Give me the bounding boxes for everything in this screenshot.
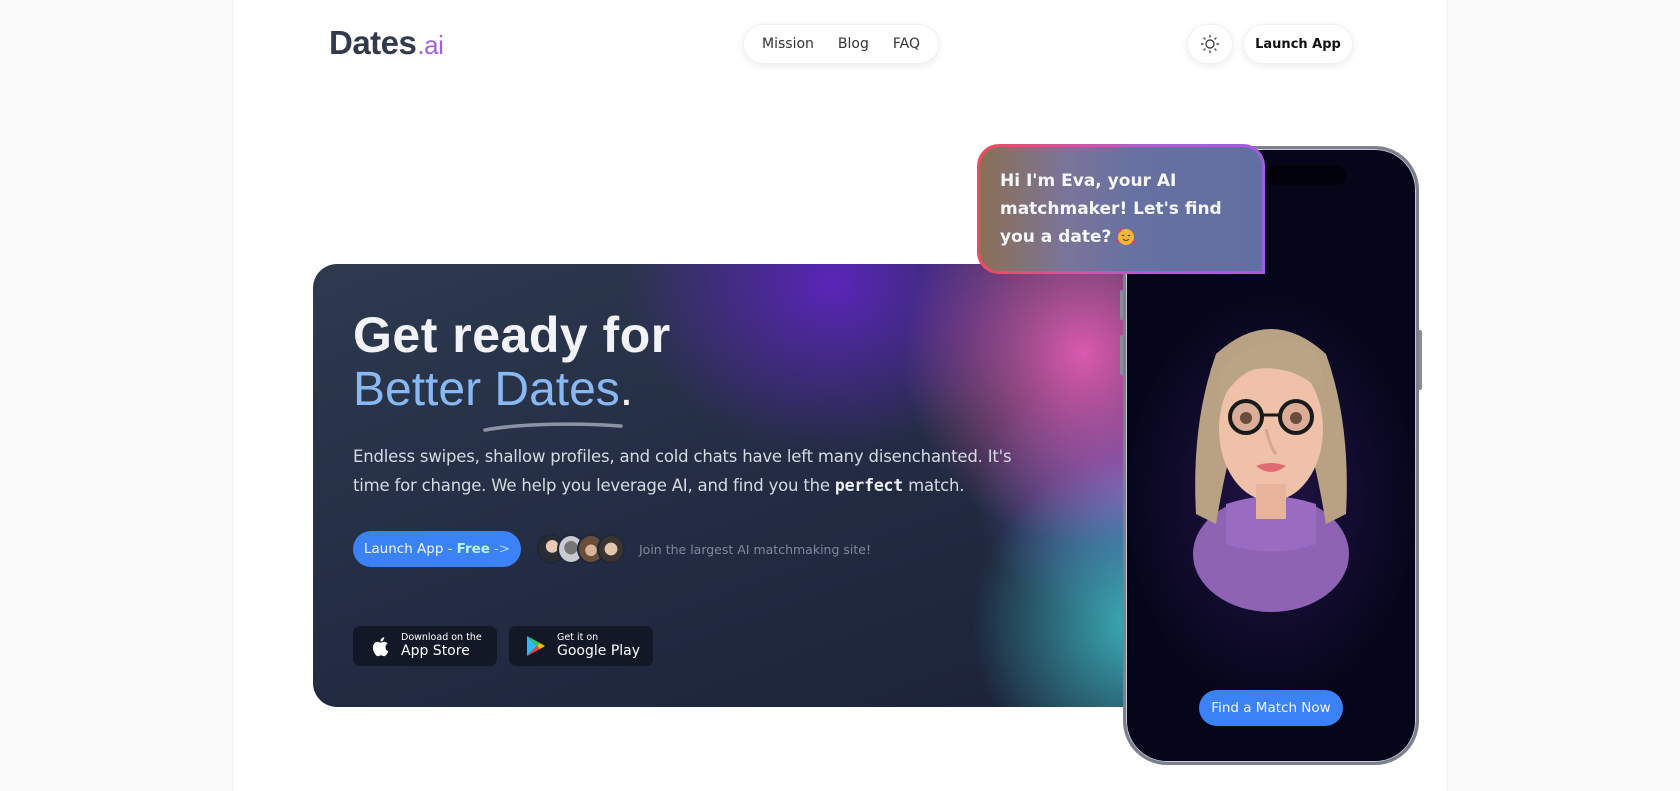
sun-icon [1200,34,1220,54]
description-emphasis: perfect [834,476,904,495]
smiling-face-with-hearts-icon [1116,228,1137,245]
cta-label: Launch App - [363,541,453,557]
chat-bubble-content: Hi I'm Eva, your AI matchmaker! Let's fi… [980,147,1262,271]
store-name: App Store [401,643,470,659]
hero-card: Get ready for Better Dates. Endless swip… [313,264,1213,707]
cta-free: Free [456,541,490,557]
theme-toggle-button[interactable] [1187,24,1233,64]
chat-message: Hi I'm Eva, your AI matchmaker! Let's fi… [1000,171,1222,247]
logo[interactable]: Dates.ai [329,24,444,62]
hero-description: Endless swipes, shallow profiles, and co… [353,442,1013,500]
hero-title: Get ready for [353,307,671,363]
cta-arrow: -> [493,541,511,557]
launch-app-button[interactable]: Launch App [1243,24,1353,64]
nav-mission[interactable]: Mission [762,36,814,52]
page-container: Dates.ai Mission Blog FAQ Launch App Get… [232,0,1448,791]
phone-notch [1266,165,1346,185]
underline-swoosh [483,422,623,432]
app-store-button[interactable]: Download on the App Store [353,626,497,666]
google-play-button[interactable]: Get it on Google Play [509,626,653,666]
logo-text: Dates [329,24,417,61]
main-nav: Mission Blog FAQ [743,24,939,64]
launch-app-free-button[interactable]: Launch App - Free -> [353,531,521,567]
nav-blog[interactable]: Blog [838,36,869,52]
hero-subtitle-text: Better Dates [353,363,620,416]
apple-icon [372,636,389,656]
social-proof-text: Join the largest AI matchmaking site! [639,542,871,557]
store-name: Google Play [557,643,641,659]
google-play-icon [527,636,545,656]
chat-bubble: Hi I'm Eva, your AI matchmaker! Let's fi… [977,144,1265,274]
description-text-end: match. [903,476,965,495]
avatar [597,534,625,564]
store-small-text: Download on the [401,632,482,643]
find-match-button[interactable]: Find a Match Now [1199,690,1343,726]
nav-faq[interactable]: FAQ [893,36,920,52]
ai-avatar-eva [1193,329,1349,612]
store-small-text: Get it on [557,632,599,643]
hero-period: . [619,363,634,416]
user-avatars [537,534,625,564]
hero-subtitle: Better Dates. [353,362,633,417]
logo-suffix: .ai [417,30,444,60]
